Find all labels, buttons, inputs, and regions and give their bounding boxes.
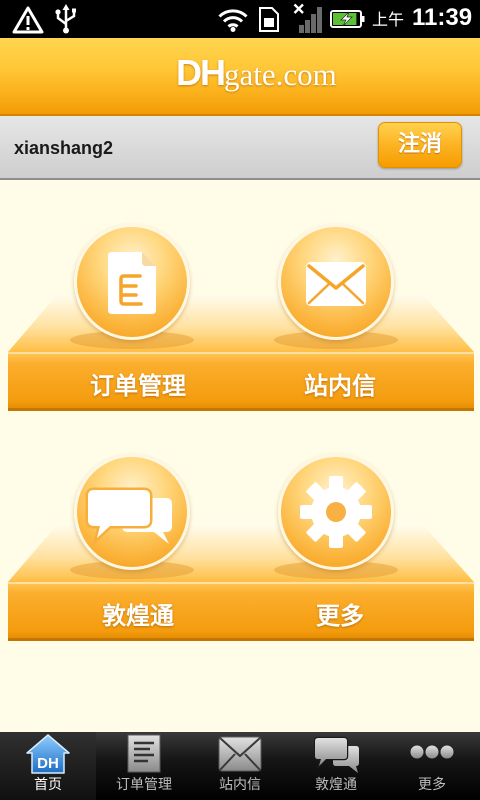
tab-label-more: 更多 — [418, 777, 446, 793]
tab-chat[interactable]: 敦煌通 — [288, 732, 384, 800]
envelope-icon — [218, 736, 262, 772]
logo-domain-text: gate.com — [224, 57, 337, 92]
menu-label-messages[interactable]: 站内信 — [240, 371, 440, 401]
tab-messages[interactable]: 站内信 — [192, 732, 288, 800]
bottom-tab-bar: DH 首页 订单管理 站内信 敦煌通 更多 — [0, 732, 480, 800]
usb-icon — [55, 4, 76, 34]
document-icon — [108, 252, 156, 314]
gear-icon — [300, 476, 372, 548]
chat-orb-button[interactable] — [74, 454, 190, 570]
logo-dh-text: DH — [176, 52, 226, 93]
menu-item-messages[interactable]: 站内信 — [240, 224, 440, 414]
tab-label-orders: 订单管理 — [116, 777, 172, 793]
warning-icon — [12, 6, 44, 34]
menu-label-orders[interactable]: 订单管理 — [38, 371, 238, 401]
document-icon — [127, 734, 161, 773]
tab-home[interactable]: DH 首页 — [0, 732, 96, 800]
orders-orb-button[interactable] — [74, 224, 190, 340]
tab-orders[interactable]: 订单管理 — [96, 732, 192, 800]
chat-bubbles-icon — [85, 487, 172, 546]
chat-bubbles-icon — [314, 736, 359, 773]
logout-button[interactable]: 注消 — [378, 122, 462, 168]
menu-item-orders[interactable]: 订单管理 — [38, 224, 238, 414]
tab-more[interactable]: 更多 — [384, 732, 480, 800]
messages-orb-button[interactable] — [278, 224, 394, 340]
more-orb-button[interactable] — [278, 454, 394, 570]
status-bar: 上午 11:39 — [0, 0, 480, 38]
clock-ampm: 上午 — [372, 10, 405, 29]
battery-charging-icon — [330, 10, 365, 28]
no-signal-icon — [293, 3, 322, 33]
menu-label-more[interactable]: 更多 — [240, 601, 440, 631]
menu-label-chat[interactable]: 敦煌通 — [38, 601, 238, 631]
more-dots-icon — [410, 745, 454, 759]
user-bar: xianshang2 注消 — [0, 116, 480, 180]
wifi-icon — [218, 9, 248, 32]
sim-card-icon — [259, 7, 279, 32]
app-header: DHgate.com — [0, 38, 480, 116]
username: xianshang2 — [14, 138, 114, 158]
envelope-icon — [306, 262, 366, 306]
dhgate-logo: DHgate.com — [176, 51, 337, 95]
tab-label-home: 首页 — [34, 777, 62, 793]
home-icon: DH — [26, 734, 70, 774]
menu-item-chat[interactable]: 敦煌通 — [38, 454, 238, 644]
clock-time: 11:39 — [412, 4, 473, 31]
tab-label-messages: 站内信 — [219, 777, 261, 793]
tab-label-chat: 敦煌通 — [315, 777, 357, 793]
menu-item-more[interactable]: 更多 — [240, 454, 440, 644]
home-icon-text: DH — [37, 755, 59, 772]
